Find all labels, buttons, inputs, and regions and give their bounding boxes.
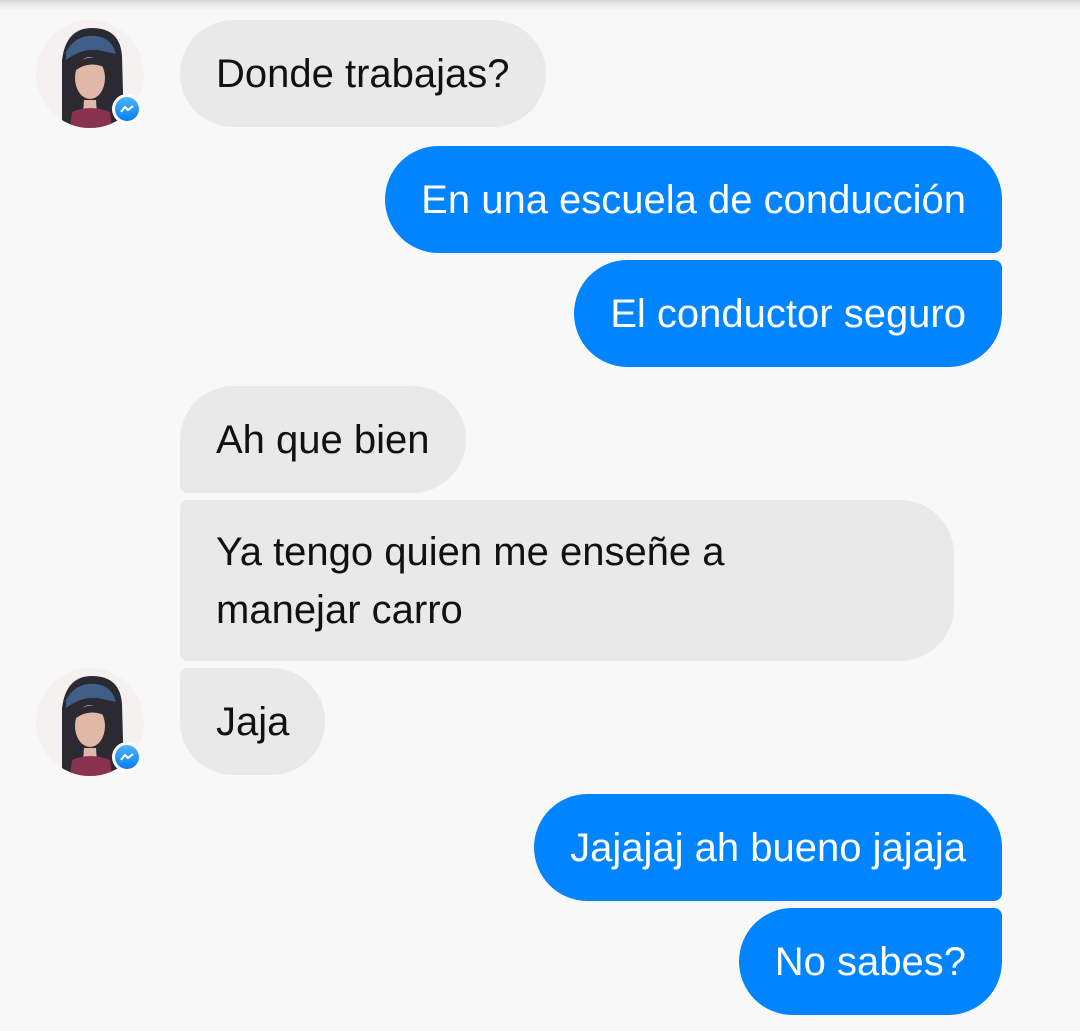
messenger-badge-icon [112,742,142,772]
message-text-line: Ya tengo quien me enseñe a [216,529,725,574]
top-bar-shadow [0,0,1080,10]
message-bubble-outgoing[interactable]: En una escuela de conducción [385,146,1002,253]
message-bubble-incoming[interactable]: Ah que bien [180,386,466,493]
message-text: Donde trabajas? [216,51,510,96]
message-text: En una escuela de conducción [421,177,966,222]
message-bubble-outgoing[interactable]: Jajajaj ah bueno jajaja [534,794,1002,901]
message-text: El conductor seguro [610,291,966,336]
contact-avatar[interactable] [36,20,144,128]
message-bubble-outgoing[interactable]: El conductor seguro [574,260,1002,367]
message-bubble-incoming[interactable]: Ya tengo quien me enseñe a manejar carro [180,500,954,661]
message-text: Jaja [216,699,290,744]
message-bubble-incoming[interactable]: Jaja [180,668,326,775]
message-text: No sabes? [774,939,966,984]
message-bubble-outgoing[interactable]: No sabes? [738,908,1002,1015]
messenger-badge-icon [112,94,142,124]
message-text-line: manejar carro [216,587,463,632]
message-text: Ah que bien [216,417,430,462]
contact-avatar[interactable] [36,668,144,776]
message-text: Jajajaj ah bueno jajaja [570,825,966,870]
message-bubble-incoming[interactable]: Donde trabajas? [180,20,546,127]
